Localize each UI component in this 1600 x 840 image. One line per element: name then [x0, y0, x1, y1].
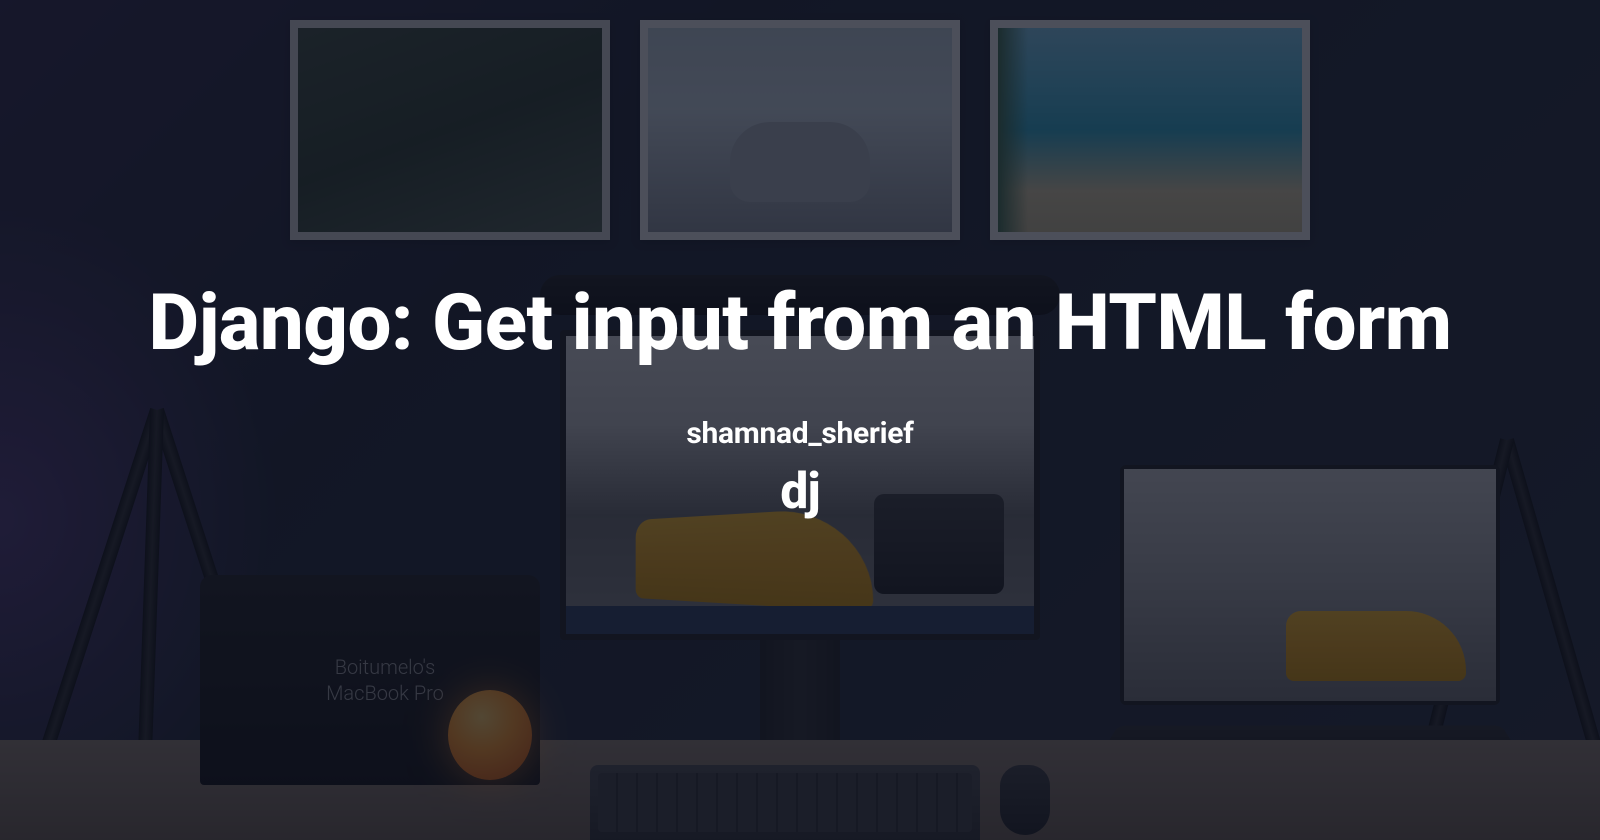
django-logo: dj [780, 463, 819, 521]
author-name: shamnad_sherief [686, 416, 913, 451]
article-title: Django: Get input from an HTML form [149, 279, 1452, 369]
content-overlay: Django: Get input from an HTML form sham… [0, 0, 1600, 840]
